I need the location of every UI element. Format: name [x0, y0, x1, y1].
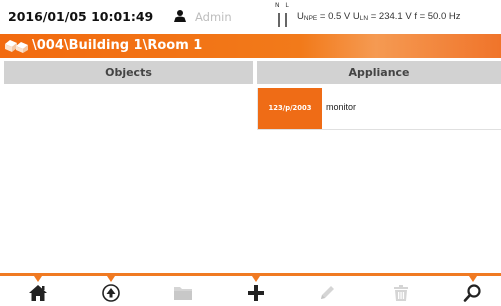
breadcrumb-path: \004\Building 1\Room 1 — [32, 38, 203, 53]
home-button-notch — [34, 276, 42, 282]
appliance-name: monitor — [326, 102, 357, 112]
edit-button[interactable] — [308, 276, 348, 306]
search-icon — [463, 284, 481, 302]
appliance-row[interactable]: 123/p/2003 monitor — [257, 88, 501, 130]
nl-terminal-icon — [278, 13, 287, 27]
folder-icon — [174, 287, 192, 300]
breadcrumb: \004\Building 1\Room 1 — [0, 34, 501, 58]
appliance-column-header[interactable]: Appliance — [257, 61, 501, 84]
select-button-notch — [107, 276, 115, 282]
status-bar: 2016/01/05 10:01:49 Admin N L UNPE = 0.5… — [0, 0, 501, 34]
appliance-id: 123/p/2003 — [258, 88, 322, 129]
uln-label: U — [352, 11, 360, 22]
measurement-readout: UNPE = 0.5 V ULN = 234.1 V f = 50.0 Hz — [297, 11, 461, 22]
select-icon — [102, 284, 120, 302]
datetime: 2016/01/05 10:01:49 — [8, 9, 154, 24]
uln-value: = 234.1 V — [368, 11, 415, 22]
search-button-notch — [469, 276, 477, 282]
upe-label: U — [297, 11, 304, 22]
structure-icon — [5, 40, 28, 53]
edit-icon — [321, 286, 334, 299]
user-name: Admin — [195, 10, 232, 24]
home-button[interactable] — [18, 276, 58, 306]
user-icon — [174, 10, 186, 22]
uln-sub: LN — [359, 15, 369, 22]
folder-button[interactable] — [163, 276, 203, 306]
objects-list[interactable] — [4, 84, 253, 272]
delete-icon — [394, 285, 408, 301]
objects-column-header[interactable]: Objects — [4, 61, 253, 84]
upe-value: = 0.5 V — [317, 11, 353, 22]
bottom-toolbar — [0, 273, 501, 306]
add-button[interactable] — [236, 276, 276, 306]
home-icon — [29, 285, 47, 301]
upe-sub: NPE — [303, 15, 318, 22]
frequency-value: f = 50.0 Hz — [414, 11, 461, 22]
delete-button[interactable] — [381, 276, 421, 306]
select-button[interactable] — [91, 276, 131, 306]
search-button[interactable] — [453, 276, 493, 306]
add-icon — [248, 285, 264, 301]
add-button-notch — [252, 276, 260, 282]
